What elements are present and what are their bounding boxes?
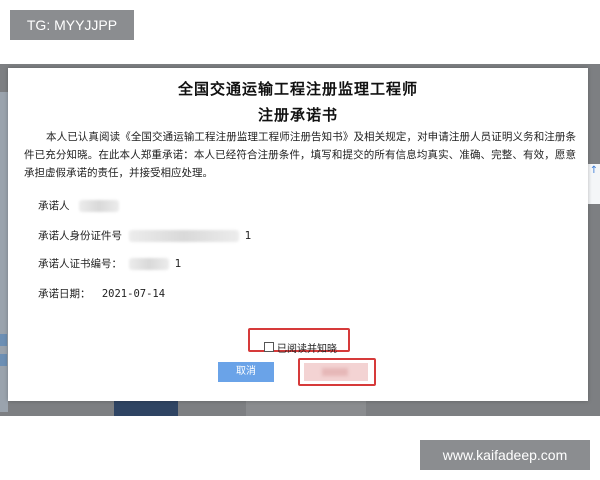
cancel-button[interactable]: 取消 [218,362,274,382]
promisor-row: 承诺人 [38,198,119,214]
redacted-promisor-name [78,200,119,212]
arrow-up-icon: ↑ [589,165,599,176]
redacted-id-number [129,230,240,242]
watermark-site: www.kaifadeep.com [420,440,590,470]
certificate-label: 承诺人证书编号： [38,258,122,270]
dialog-title: 全国交通运输工程注册监理工程师 [177,80,418,98]
background-right-tab: ↑ [588,164,600,204]
agree-checkbox-label: 已阅读并知晓 [277,343,337,355]
id-number-row: 承诺人身份证件号 1 [38,228,251,244]
commitment-dialog: 全国交通运输工程注册监理工程师 注册承诺书 本人已认真阅读《全国交通运输工程注册… [8,68,588,401]
certificate-tail: 1 [174,258,182,270]
id-number-label: 承诺人身份证件号 [38,230,122,242]
dialog-subtitle: 注册承诺书 [257,106,338,124]
agree-checkbox-group[interactable]: 已阅读并知晓 [264,340,337,355]
date-row: 承诺日期： 2021-07-14 [38,286,165,302]
redacted-certificate-number [129,258,170,270]
date-value: 2021-07-14 [101,288,166,300]
commitment-statement: 本人已认真阅读《全国交通运输工程注册监理工程师注册告知书》及相关规定，对申请注册… [24,131,576,179]
blurred-confirm-label [322,368,348,376]
promisor-label: 承诺人 [38,200,70,212]
id-number-tail: 1 [244,230,252,242]
background-left-mark [0,354,7,366]
agree-checkbox[interactable] [264,342,274,352]
certificate-row: 承诺人证书编号： 1 [38,256,181,272]
screenshot-page: TG: MYYJJPP ↑ 全国交通运输工程注册监理工程师 注册承诺书 本人已认… [0,0,600,480]
background-left-mark [0,334,7,346]
watermark-tg: TG: MYYJJPP [10,10,134,40]
date-label: 承诺日期： [38,288,91,300]
confirm-button[interactable] [304,363,368,381]
